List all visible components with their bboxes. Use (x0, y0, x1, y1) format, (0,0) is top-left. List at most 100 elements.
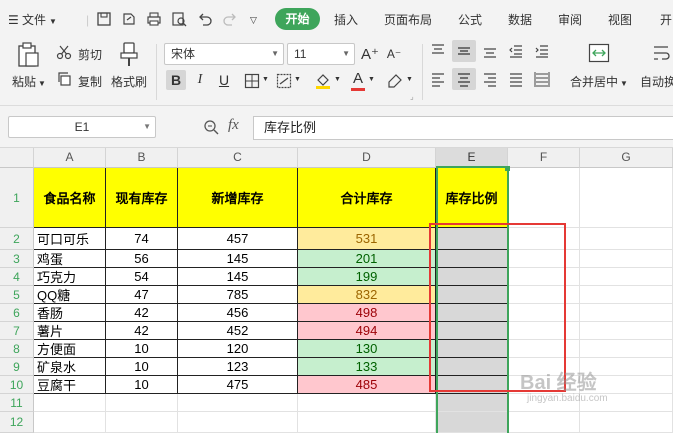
cell-food-name[interactable]: 薯片 (34, 322, 106, 340)
paste-button[interactable]: 粘贴 ▼ (12, 73, 46, 90)
decrease-font-size-icon[interactable]: A⁻ (384, 44, 404, 64)
empty-cell[interactable] (178, 412, 298, 433)
align-left-icon[interactable] (430, 71, 446, 87)
save-icon[interactable] (96, 11, 112, 27)
quick-access-dropdown-icon[interactable]: ▽ (250, 10, 257, 30)
cell-current-stock[interactable]: 10 (106, 376, 178, 394)
borders-icon[interactable] (244, 73, 260, 89)
font-name-select[interactable]: 宋体 ▼ (164, 43, 284, 65)
align-middle-button[interactable] (452, 40, 476, 62)
tab-data[interactable]: 数据 (508, 10, 532, 30)
cell-new-stock[interactable]: 785 (178, 286, 298, 304)
row-header-4[interactable]: 4 (0, 268, 34, 286)
cell-current-stock[interactable]: 56 (106, 250, 178, 268)
cell-food-name[interactable]: 矿泉水 (34, 358, 106, 376)
cell-current-stock[interactable]: 54 (106, 268, 178, 286)
empty-cell[interactable] (34, 412, 106, 433)
empty-cell[interactable] (580, 322, 673, 340)
empty-cell[interactable] (580, 304, 673, 322)
cell-current-stock[interactable]: 10 (106, 340, 178, 358)
justify-icon[interactable] (508, 71, 524, 87)
cell-food-name[interactable]: QQ糖 (34, 286, 106, 304)
align-right-icon[interactable] (482, 71, 498, 87)
cell-new-stock[interactable]: 457 (178, 228, 298, 250)
cell-new-stock[interactable]: 452 (178, 322, 298, 340)
cell-current-stock[interactable]: 42 (106, 322, 178, 340)
empty-cell[interactable] (178, 394, 298, 412)
cell-total-stock[interactable]: 531 (298, 228, 436, 250)
empty-cell[interactable] (298, 412, 436, 433)
cell-new-stock[interactable]: 145 (178, 268, 298, 286)
empty-cell[interactable] (580, 250, 673, 268)
font-color-icon[interactable]: A (348, 68, 368, 88)
font-dialog-launcher-icon[interactable]: ⌟ (410, 92, 414, 101)
eraser-icon[interactable] (386, 72, 404, 88)
empty-cell[interactable] (580, 340, 673, 358)
underline-icon[interactable]: U (214, 70, 234, 90)
zoom-search-icon[interactable] (203, 119, 219, 135)
align-top-icon[interactable] (430, 43, 446, 59)
redo-icon[interactable] (222, 11, 238, 27)
chevron-down-icon[interactable]: ▼ (334, 76, 341, 83)
tab-formulas[interactable]: 公式 (458, 10, 482, 30)
row-header-11[interactable]: 11 (0, 394, 34, 412)
cell-food-name[interactable]: 豆腐干 (34, 376, 106, 394)
column-header-b[interactable]: B (106, 148, 178, 168)
row-header-1[interactable]: 1 (0, 168, 34, 228)
italic-icon[interactable]: I (190, 70, 210, 90)
row-header-7[interactable]: 7 (0, 322, 34, 340)
fill-color-icon[interactable] (314, 71, 332, 89)
row-header-6[interactable]: 6 (0, 304, 34, 322)
cell-food-name[interactable]: 香肠 (34, 304, 106, 322)
cell-total-stock[interactable]: 485 (298, 376, 436, 394)
empty-cell[interactable] (580, 228, 673, 250)
align-bottom-icon[interactable] (482, 43, 498, 59)
row-header-5[interactable]: 5 (0, 286, 34, 304)
cell-current-stock[interactable]: 42 (106, 304, 178, 322)
cell-current-stock[interactable]: 74 (106, 228, 178, 250)
cell-total-stock[interactable]: 130 (298, 340, 436, 358)
header-cell-total-stock[interactable]: 合计库存 (298, 168, 436, 228)
empty-cell[interactable] (34, 394, 106, 412)
name-box[interactable]: E1 ▼ (8, 116, 156, 138)
formula-input[interactable]: 库存比例 (253, 116, 673, 140)
tab-view[interactable]: 视图 (608, 10, 632, 30)
empty-cell[interactable] (580, 286, 673, 304)
row-header-8[interactable]: 8 (0, 340, 34, 358)
font-size-select[interactable]: 11 ▼ (287, 43, 355, 65)
empty-cell[interactable] (298, 394, 436, 412)
print-icon[interactable] (146, 11, 162, 27)
cell-food-name[interactable]: 巧克力 (34, 268, 106, 286)
cell-new-stock[interactable]: 120 (178, 340, 298, 358)
hamburger-icon[interactable]: ☰ (8, 10, 19, 30)
tab-review[interactable]: 审阅 (558, 10, 582, 30)
print-preview-icon[interactable] (171, 11, 187, 27)
column-header-g[interactable]: G (580, 148, 673, 168)
chevron-down-icon[interactable]: ▼ (368, 76, 375, 83)
header-cell-new-stock[interactable]: 新增库存 (178, 168, 298, 228)
fx-icon[interactable]: fx (228, 117, 239, 134)
fill-handle[interactable] (505, 166, 510, 171)
chevron-down-icon[interactable]: ▼ (262, 76, 269, 83)
bold-icon[interactable]: B (166, 70, 186, 90)
align-center-button[interactable] (452, 68, 476, 90)
chevron-down-icon[interactable]: ▼ (406, 76, 413, 83)
empty-cell[interactable] (106, 394, 178, 412)
distributed-align-icon[interactable] (534, 71, 550, 87)
cell-food-name[interactable]: 鸡蛋 (34, 250, 106, 268)
cell-new-stock[interactable]: 475 (178, 376, 298, 394)
merge-center-icon[interactable] (588, 43, 610, 63)
column-header-a[interactable]: A (34, 148, 106, 168)
increase-font-size-icon[interactable]: A⁺ (360, 44, 380, 64)
column-header-c[interactable]: C (178, 148, 298, 168)
wrap-text-icon[interactable] (652, 43, 672, 63)
cell-total-stock[interactable]: 494 (298, 322, 436, 340)
row-header-12[interactable]: 12 (0, 412, 34, 433)
empty-cell[interactable] (508, 168, 580, 228)
column-header-f[interactable]: F (508, 148, 580, 168)
decrease-indent-icon[interactable] (508, 43, 524, 59)
cell-total-stock[interactable]: 498 (298, 304, 436, 322)
row-header-2[interactable]: 2 (0, 228, 34, 250)
cell-new-stock[interactable]: 456 (178, 304, 298, 322)
cell-total-stock[interactable]: 832 (298, 286, 436, 304)
